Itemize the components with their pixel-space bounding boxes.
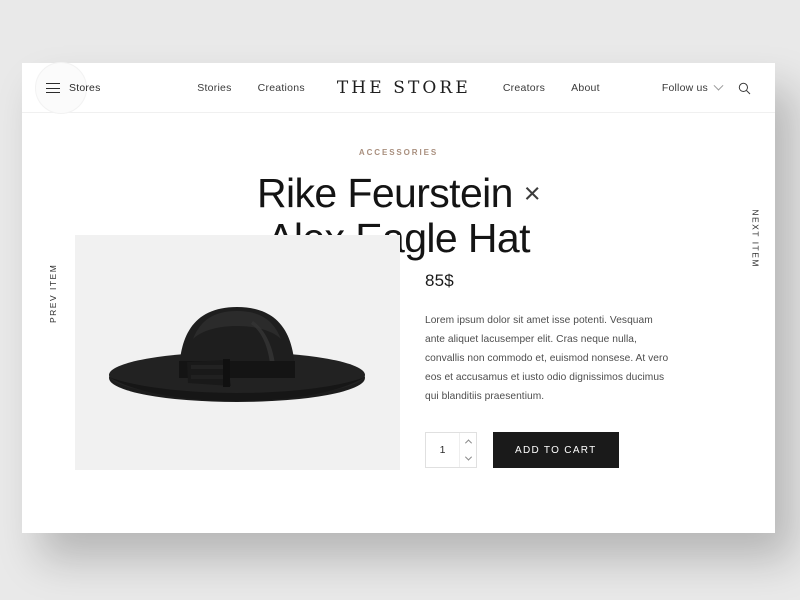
next-item-link[interactable]: NEXT ITEM — [751, 209, 761, 268]
main-navigation: Stores Stories Creations THE STORE Creat… — [22, 62, 775, 114]
product-description: Lorem ipsum dolor sit amet isse potenti.… — [425, 315, 669, 402]
search-icon[interactable] — [738, 82, 751, 95]
product-image — [75, 235, 400, 470]
product-page-card: Stores Stories Creations THE STORE Creat… — [22, 62, 775, 533]
quantity-arrows — [459, 433, 476, 468]
follow-us-label[interactable]: Follow us — [662, 82, 708, 94]
chevron-down-icon — [464, 453, 472, 461]
brand-logo[interactable]: THE STORE — [331, 78, 477, 98]
quantity-stepper[interactable] — [425, 432, 477, 469]
quantity-decrement-button[interactable] — [460, 450, 476, 467]
nav-link-stories[interactable]: Stories — [197, 82, 231, 94]
nav-link-about[interactable]: About — [571, 82, 600, 94]
quantity-increment-button[interactable] — [460, 433, 476, 450]
title-separator-icon: × — [523, 178, 541, 210]
product-title-line-1: Rike Feurstein — [256, 170, 514, 216]
add-to-cart-button[interactable]: ADD TO CART — [493, 432, 619, 469]
product-price: 85$ — [425, 271, 454, 290]
nav-link-creations[interactable]: Creations — [258, 82, 305, 94]
nav-utilities: Follow us — [662, 63, 751, 113]
product-category: ACCESSORIES — [358, 148, 439, 157]
purchase-controls: ADD TO CART — [425, 432, 690, 469]
chevron-down-icon[interactable] — [713, 80, 724, 91]
prev-item-link[interactable]: PREV ITEM — [48, 264, 58, 323]
chevron-up-icon — [464, 439, 472, 447]
nav-link-creators[interactable]: Creators — [503, 82, 545, 94]
quantity-input[interactable] — [426, 433, 459, 468]
product-detail-panel: 85$ Lorem ipsum dolor sit amet isse pote… — [425, 271, 690, 469]
